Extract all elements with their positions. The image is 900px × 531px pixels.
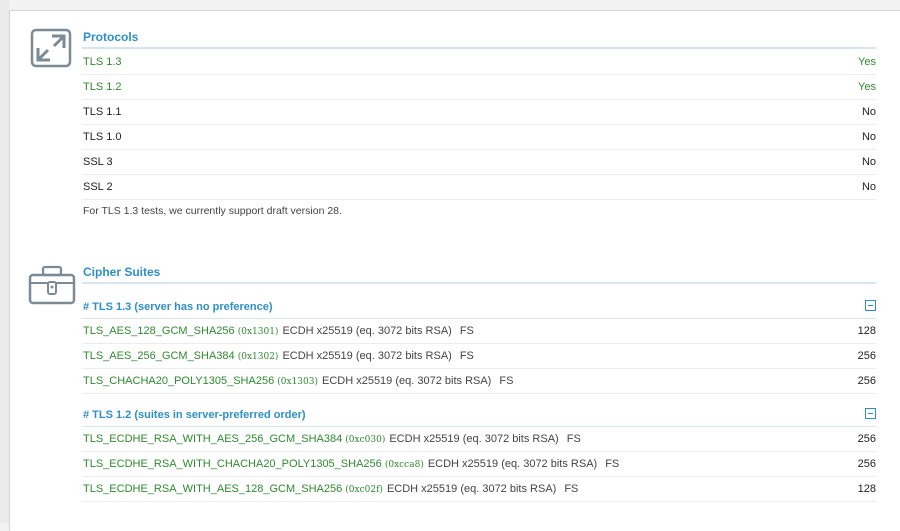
protocol-support: No	[861, 131, 876, 143]
suite-name: TLS_AES_256_GCM_SHA384	[83, 350, 235, 362]
protocol-name: SSL 3	[83, 156, 113, 168]
suite-bits: 256	[857, 433, 876, 445]
suite-fs-flag: FS	[459, 325, 474, 337]
suite-code: (0x1303)	[277, 377, 318, 387]
suite-group-header: # TLS 1.2 (suites in server-preferred or…	[82, 404, 876, 427]
cipher-suites-section: Cipher Suites # TLS 1.3 (server has no p…	[82, 262, 876, 502]
cipher-suites-title: Cipher Suites	[82, 262, 876, 284]
suite-fs-flag: FS	[499, 375, 514, 387]
protocol-row: TLS 1.3 Yes	[82, 50, 876, 75]
suite-name: TLS_CHACHA20_POLY1305_SHA256	[83, 375, 275, 387]
protocol-row: TLS 1.0 No	[82, 125, 876, 150]
suite-bits: 256	[857, 350, 876, 362]
suite-group-header: # TLS 1.3 (server has no preference)	[82, 296, 876, 319]
protocol-name: TLS 1.2	[83, 81, 122, 93]
toolbox-icon	[28, 265, 76, 305]
left-margin	[0, 0, 9, 523]
protocol-name: TLS 1.3	[83, 56, 122, 68]
suite-fs-flag: FS	[566, 433, 581, 445]
suite-bits: 256	[857, 375, 876, 387]
collapse-button[interactable]	[865, 300, 876, 311]
suite-bits: 256	[857, 458, 876, 470]
suite-row: TLS_AES_256_GCM_SHA384 (0x1302) ECDH x255…	[82, 344, 876, 369]
suite-key-exchange: ECDH x25519 (eq. 3072 bits RSA)	[386, 483, 557, 495]
protocol-row: SSL 3 No	[82, 150, 876, 175]
suite-group-title: # TLS 1.2 (suites in server-preferred or…	[83, 409, 306, 421]
suite-code: (0xc02f)	[345, 485, 383, 495]
protocols-section: Protocols TLS 1.3 Yes TLS 1.2 Yes TLS 1.1 No T…	[82, 27, 876, 224]
suite-name: TLS_AES_128_GCM_SHA256	[83, 325, 235, 337]
suite-fs-flag: FS	[605, 458, 620, 470]
expand-arrows-icon	[30, 28, 72, 68]
protocol-name: TLS 1.0	[83, 131, 122, 143]
suite-bits: 128	[857, 483, 876, 495]
suite-row: TLS_ECDHE_RSA_WITH_CHACHA20_POLY1305_SHA…	[82, 452, 876, 477]
protocol-name: SSL 2	[83, 181, 113, 193]
suite-name: TLS_ECDHE_RSA_WITH_CHACHA20_POLY1305_SHA…	[83, 458, 382, 470]
suite-key-exchange: ECDH x25519 (eq. 3072 bits RSA)	[389, 433, 559, 445]
suite-row: TLS_AES_128_GCM_SHA256 (0x1301) ECDH x255…	[82, 319, 876, 344]
protocol-support: Yes	[858, 56, 876, 68]
suite-fs-flag: FS	[459, 350, 474, 362]
protocol-row: SSL 2 No	[82, 175, 876, 200]
suite-row: TLS_ECDHE_RSA_WITH_AES_128_GCM_SHA256 (0…	[82, 477, 876, 502]
suite-name: TLS_ECDHE_RSA_WITH_AES_128_GCM_SHA256	[83, 483, 343, 495]
protocol-support: Yes	[858, 81, 876, 93]
suite-key-exchange: ECDH x25519 (eq. 3072 bits RSA)	[282, 325, 452, 337]
suite-key-exchange: ECDH x25519 (eq. 3072 bits RSA)	[427, 458, 598, 470]
suite-name: TLS_ECDHE_RSA_WITH_AES_256_GCM_SHA384	[83, 433, 343, 445]
protocol-row: TLS 1.1 No	[82, 100, 876, 125]
suite-code: (0xc030)	[345, 435, 386, 445]
protocol-support: No	[861, 106, 876, 118]
suite-row: TLS_CHACHA20_POLY1305_SHA256 (0x1303) ECD…	[82, 369, 876, 394]
suite-row: TLS_ECDHE_RSA_WITH_AES_256_GCM_SHA384 (0…	[82, 427, 876, 452]
suite-code: (0x1302)	[237, 352, 279, 362]
suite-bits: 128	[857, 325, 876, 337]
protocols-title: Protocols	[82, 27, 876, 49]
protocol-support: No	[861, 156, 876, 168]
suite-key-exchange: ECDH x25519 (eq. 3072 bits RSA)	[282, 350, 452, 362]
suite-fs-flag: FS	[564, 483, 579, 495]
collapse-button[interactable]	[865, 408, 876, 419]
suite-group-title: # TLS 1.3 (server has no preference)	[83, 301, 273, 313]
protocol-support: No	[861, 181, 876, 193]
suite-code: (0x1301)	[237, 327, 279, 337]
protocol-row: TLS 1.2 Yes	[82, 75, 876, 100]
protocol-name: TLS 1.1	[83, 106, 122, 118]
suite-key-exchange: ECDH x25519 (eq. 3072 bits RSA)	[321, 375, 492, 387]
protocols-note: For TLS 1.3 tests, we currently support …	[83, 205, 342, 217]
suite-code: (0xcca8)	[384, 460, 424, 470]
